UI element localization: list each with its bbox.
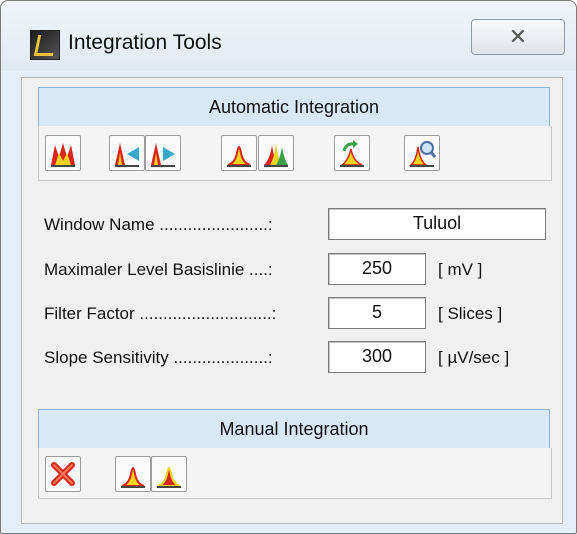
manual-peak-button[interactable] — [115, 456, 151, 492]
delete-x-icon — [51, 462, 75, 486]
tool-multi-peak-button[interactable] — [45, 135, 81, 171]
manual-peak-red-button[interactable] — [151, 456, 187, 492]
slope-sensitivity-unit: [ µV/sec ] — [438, 348, 510, 367]
max-level-label: Maximaler Level Basislinie ....: — [44, 260, 273, 279]
filter-factor-field[interactable]: 5 — [328, 297, 426, 329]
overlapping-peaks-icon — [264, 143, 288, 167]
multi-peak-red-icon — [51, 143, 75, 167]
filter-factor-label: Filter Factor ..........................… — [44, 304, 277, 323]
tool-peak-start-button[interactable] — [109, 135, 145, 171]
tool-peak-zoom-button[interactable] — [404, 135, 440, 171]
window-title: Integration Tools — [68, 31, 222, 54]
slope-sensitivity-field[interactable]: 300 — [328, 341, 426, 373]
window-name-label: Window Name .......................: — [44, 215, 273, 234]
filter-factor-unit: [ Slices ] — [438, 304, 503, 323]
peak-green-arrow-icon — [339, 140, 364, 167]
slope-sensitivity-label: Slope Sensitivity ....................: — [44, 348, 273, 367]
delete-integration-button[interactable] — [45, 456, 81, 492]
window-name-field[interactable]: Tuluol — [328, 208, 546, 240]
content-panel: Automatic Integration Window Name ......… — [21, 77, 563, 524]
manual-toolbar — [38, 448, 552, 499]
title-bar[interactable]: Integration Tools ✕ — [1, 1, 576, 71]
peak-zoom-icon — [408, 141, 436, 167]
app-logo-icon — [30, 30, 60, 60]
close-button[interactable]: ✕ — [471, 19, 565, 55]
tool-overlapping-peaks-button[interactable] — [258, 135, 294, 171]
tool-peak-arrow-button[interactable] — [334, 135, 370, 171]
peak-start-left-icon — [115, 143, 139, 167]
max-level-unit: [ mV ] — [438, 260, 483, 279]
max-level-field[interactable]: 250 — [328, 253, 426, 285]
single-peak-red-icon — [157, 467, 181, 488]
integration-tools-window: Integration Tools ✕ Automatic Integratio… — [0, 0, 577, 534]
automatic-toolbar — [38, 126, 552, 181]
peak-end-right-icon — [151, 143, 175, 167]
tool-single-peak-button[interactable] — [221, 135, 257, 171]
manual-integration-header: Manual Integration — [38, 409, 550, 449]
single-peak-icon — [227, 146, 251, 167]
single-peak-icon — [121, 467, 145, 488]
automatic-integration-header: Automatic Integration — [38, 87, 550, 127]
tool-peak-end-button[interactable] — [145, 135, 181, 171]
